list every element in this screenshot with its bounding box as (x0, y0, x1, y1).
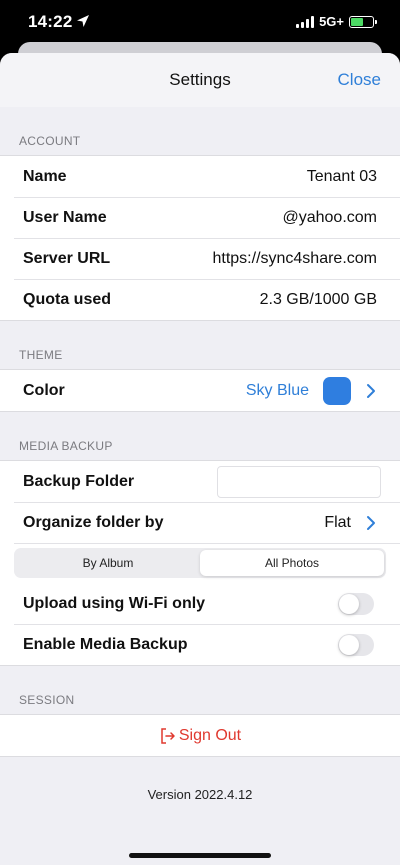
row-value: @yahoo.com (282, 208, 377, 226)
media-backup-group: Backup Folder Organize folder by Flat By… (0, 460, 400, 666)
row-value: Tenant 03 (306, 167, 377, 185)
row-label: Organize folder by (23, 513, 164, 531)
organize-value: Flat (324, 513, 351, 531)
home-indicator[interactable] (129, 853, 271, 858)
navigation-bar: Settings Close (0, 53, 400, 107)
account-row-server-url: Server URL https://sync4share.com (0, 238, 400, 279)
theme-color-row[interactable]: Color Sky Blue (0, 370, 400, 411)
account-group: Name Tenant 03 User Name @yahoo.com Serv… (0, 155, 400, 321)
wifi-only-toggle[interactable] (338, 592, 374, 615)
enable-backup-row: Enable Media Backup (0, 624, 400, 665)
segment-by-album[interactable]: By Album (16, 550, 200, 576)
album-mode-segmented-control: By Album All Photos (14, 548, 386, 578)
segment-all-photos[interactable]: All Photos (200, 550, 384, 576)
enable-backup-toggle[interactable] (338, 633, 374, 656)
signal-icon (296, 15, 315, 28)
account-row-quota: Quota used 2.3 GB/1000 GB (0, 279, 400, 320)
section-header-session: SESSION (19, 693, 75, 707)
row-label: Name (23, 167, 67, 185)
version-label: Version 2022.4.12 (147, 787, 253, 802)
section-header-media-backup: MEDIA BACKUP (19, 439, 113, 453)
wifi-only-row: Upload using Wi-Fi only (0, 583, 400, 624)
close-button[interactable]: Close (338, 70, 381, 90)
location-arrow-icon (77, 15, 89, 27)
status-bar: 14:22 5G+ (0, 0, 400, 44)
account-row-name: Name Tenant 03 (0, 156, 400, 197)
organize-folder-row[interactable]: Organize folder by Flat (0, 502, 400, 543)
row-label: Backup Folder (23, 472, 135, 490)
account-row-username: User Name @yahoo.com (0, 197, 400, 238)
row-label: Color (23, 381, 65, 399)
sign-out-button[interactable]: Sign Out (0, 715, 400, 756)
row-label: User Name (23, 208, 107, 226)
row-label: Quota used (23, 290, 112, 308)
section-header-theme: THEME (19, 348, 63, 362)
page-title: Settings (169, 70, 231, 89)
network-type: 5G+ (319, 14, 344, 29)
session-group: Sign Out (0, 714, 400, 757)
row-value: https://sync4share.com (212, 249, 377, 267)
sign-out-label: Sign Out (178, 726, 242, 744)
section-header-account: ACCOUNT (19, 134, 81, 148)
theme-group: Color Sky Blue (0, 369, 400, 412)
backup-folder-row: Backup Folder (0, 461, 400, 502)
color-swatch (323, 376, 351, 405)
battery-charging-icon (349, 15, 377, 28)
color-value: Sky Blue (245, 381, 309, 399)
row-value: 2.3 GB/1000 GB (259, 290, 377, 308)
status-time: 14:22 (28, 12, 73, 31)
row-label: Enable Media Backup (23, 635, 188, 653)
chevron-right-icon (367, 383, 375, 398)
album-mode-segmented-control-wrap: By Album All Photos (0, 543, 400, 583)
sign-out-icon (161, 727, 175, 744)
backup-folder-input[interactable] (217, 465, 381, 498)
row-label: Upload using Wi-Fi only (23, 594, 206, 612)
row-label: Server URL (23, 249, 111, 267)
status-indicators: 5G+ (296, 14, 377, 29)
settings-sheet: Settings Close ACCOUNT Name Tenant 03 Us… (0, 53, 400, 865)
chevron-right-icon (367, 515, 375, 530)
